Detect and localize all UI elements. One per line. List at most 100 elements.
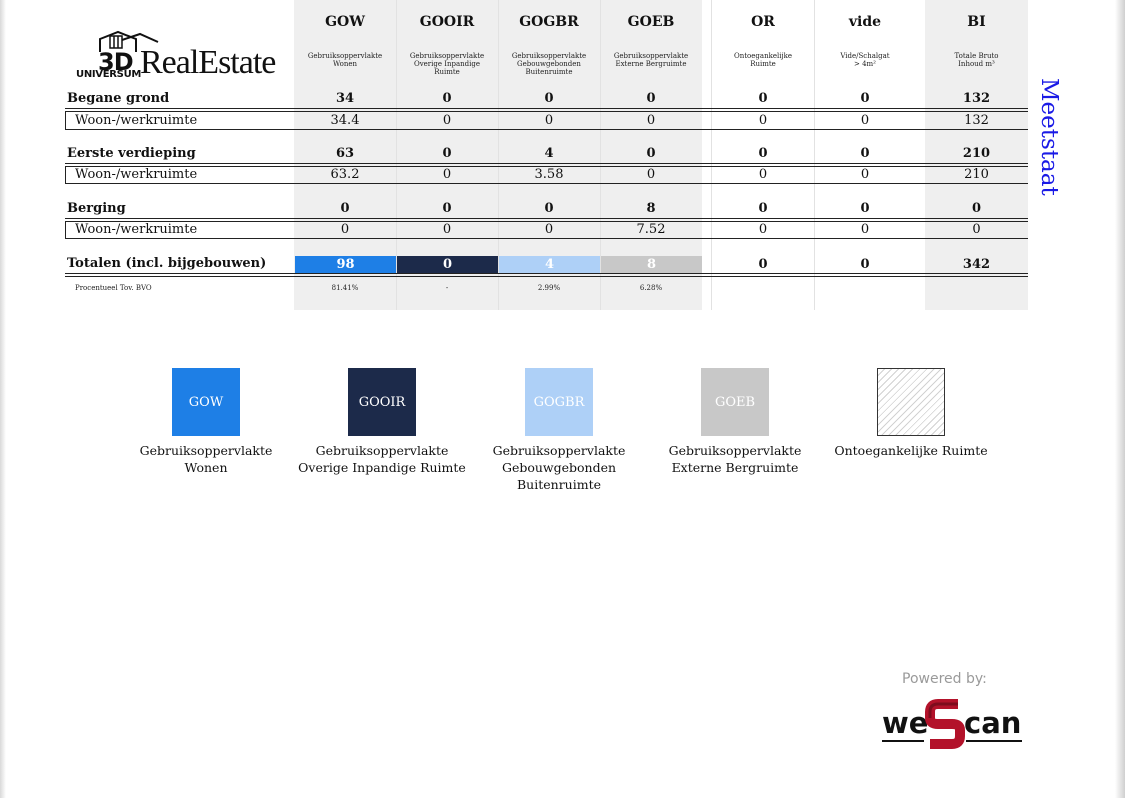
table-cell: 4 xyxy=(544,146,554,161)
table-cell: 0 xyxy=(340,222,350,237)
header-gow: GOW xyxy=(325,14,365,30)
table-cell: 132 xyxy=(964,113,989,128)
legend-label-goeb: Gebruiksoppervlakte Externe Bergruimte xyxy=(668,443,802,475)
section-title: Begane grond xyxy=(67,91,170,106)
page-edge-right xyxy=(1115,0,1125,798)
header-vide: vide xyxy=(848,14,882,30)
table-cell: 0 xyxy=(860,113,870,128)
table-cell: 0 xyxy=(646,91,656,106)
total-gooir: 0 xyxy=(397,256,498,273)
table-cell: 0 xyxy=(646,113,656,128)
company-logo: 3D UNIVERSUM RealEstate xyxy=(76,30,291,81)
total-bi: 342 xyxy=(962,257,991,272)
divider xyxy=(65,129,1028,130)
table-cell: 210 xyxy=(964,167,989,182)
logo-realestate: RealEstate xyxy=(140,44,276,81)
table-cell: 0 xyxy=(340,201,350,216)
legend-swatch-goeb: GOEB xyxy=(701,368,769,436)
header-gooir: GOOIR xyxy=(419,14,475,30)
table-cell: 0 xyxy=(442,146,452,161)
table-cell: 0 xyxy=(544,201,554,216)
table-cell: 0 xyxy=(758,113,768,128)
percent-label: Procentueel Tov. BVO xyxy=(75,284,152,292)
table-cell: 34.4 xyxy=(330,113,360,128)
table-cell: 0 xyxy=(860,146,870,161)
table-cell: 0 xyxy=(442,167,452,182)
header-desc-gow: Gebruiksoppervlakte Wonen xyxy=(307,52,383,68)
divider xyxy=(65,218,1028,219)
table-cell: 0 xyxy=(442,201,452,216)
logo-underline xyxy=(966,740,1022,742)
table-cell: 132 xyxy=(962,91,991,106)
section-title: Eerste verdieping xyxy=(67,146,196,161)
legend-swatch-gooir: GOOIR xyxy=(348,368,416,436)
table-cell: 0 xyxy=(442,91,452,106)
table-cell: 0 xyxy=(860,201,870,216)
legend-swatch-or xyxy=(877,368,945,436)
percent-cell: 2.99% xyxy=(537,284,561,292)
legend-label-gooir: Gebruiksoppervlakte Overige Inpandige Rui… xyxy=(298,443,466,475)
header-desc-goeb: Gebruiksoppervlakte Externe Bergruimte xyxy=(613,52,689,68)
header-goeb: GOEB xyxy=(627,14,675,30)
total-vide: 0 xyxy=(860,257,870,272)
divider xyxy=(65,238,1028,239)
table-cell: 210 xyxy=(962,146,991,161)
header-desc-gogbr: Gebruiksoppervlakte Gebouwgebonden Buitenr… xyxy=(511,52,587,76)
table-cell: 0 xyxy=(972,222,981,237)
row-label: Woon-/werkruimte xyxy=(75,167,198,182)
table-cell: 0 xyxy=(442,113,452,128)
header-gogbr: GOGBR xyxy=(519,14,579,30)
table-cell: 63 xyxy=(335,146,355,161)
percent-cell: - xyxy=(445,284,449,292)
table-cell: 0 xyxy=(544,113,554,128)
header-bi: BI xyxy=(967,14,986,30)
wescan-logo-can: can xyxy=(964,706,1022,740)
legend-label-gogbr: Gebruiksoppervlakte Gebouwgebonden Buitenr… xyxy=(492,443,626,492)
wescan-logo: we can xyxy=(880,698,1030,750)
header-desc-or: Ontoegankelijke Ruimte xyxy=(734,52,792,68)
legend-label-or: Ontoegankelijke Ruimte xyxy=(834,443,988,458)
legend-swatch-gogbr: GOGBR xyxy=(525,368,593,436)
divider xyxy=(65,108,1028,109)
table-cell: 8 xyxy=(646,201,656,216)
table-cell: 0 xyxy=(646,146,656,161)
row-label: Woon-/werkruimte xyxy=(75,113,198,128)
table-cell: 63.2 xyxy=(330,167,360,182)
powered-by-text: Powered by: xyxy=(902,671,987,687)
wescan-s-icon xyxy=(925,699,965,749)
table-cell: 7.52 xyxy=(636,222,666,237)
table-cell: 0 xyxy=(442,222,452,237)
section-title: Berging xyxy=(67,201,126,216)
header-desc-bi: Totale Bruto Inhoud m³ xyxy=(954,52,999,68)
header-desc-gooir: Gebruiksoppervlakte Overige Inpandige Ruim… xyxy=(409,52,485,76)
table-cell: 0 xyxy=(758,201,768,216)
row-border xyxy=(65,166,66,183)
divider xyxy=(65,273,1028,274)
table-cell: 0 xyxy=(544,91,554,106)
table-cell: 0 xyxy=(860,222,870,237)
total-or: 0 xyxy=(758,257,768,272)
logo-underline xyxy=(882,740,924,742)
totals-label: Totalen (incl. bijgebouwen) xyxy=(67,256,267,271)
row-border xyxy=(65,111,66,129)
logo-universum: UNIVERSUM xyxy=(76,69,142,80)
row-label: Woon-/werkruimte xyxy=(75,222,198,237)
divider xyxy=(65,276,1028,277)
divider xyxy=(65,163,1028,164)
legend-label-gow: Gebruiksoppervlakte Wonen xyxy=(139,443,273,475)
table-cell: 0 xyxy=(544,222,554,237)
table-cell: 0 xyxy=(860,91,870,106)
total-gow: 98 xyxy=(295,256,396,273)
table-cell: 0 xyxy=(758,222,768,237)
table-cell: 0 xyxy=(971,201,982,216)
header-or: OR xyxy=(751,14,775,30)
row-border xyxy=(65,221,66,238)
header-desc-vide: Vide/Schalgat > 4m² xyxy=(840,52,890,68)
total-gogbr: 4 xyxy=(499,256,600,273)
divider xyxy=(65,183,1028,184)
legend-swatch-gow: GOW xyxy=(172,368,240,436)
table-cell: 0 xyxy=(758,146,768,161)
table-cell: 0 xyxy=(646,167,656,182)
total-goeb: 8 xyxy=(601,256,702,273)
page-edge-left xyxy=(0,0,6,798)
